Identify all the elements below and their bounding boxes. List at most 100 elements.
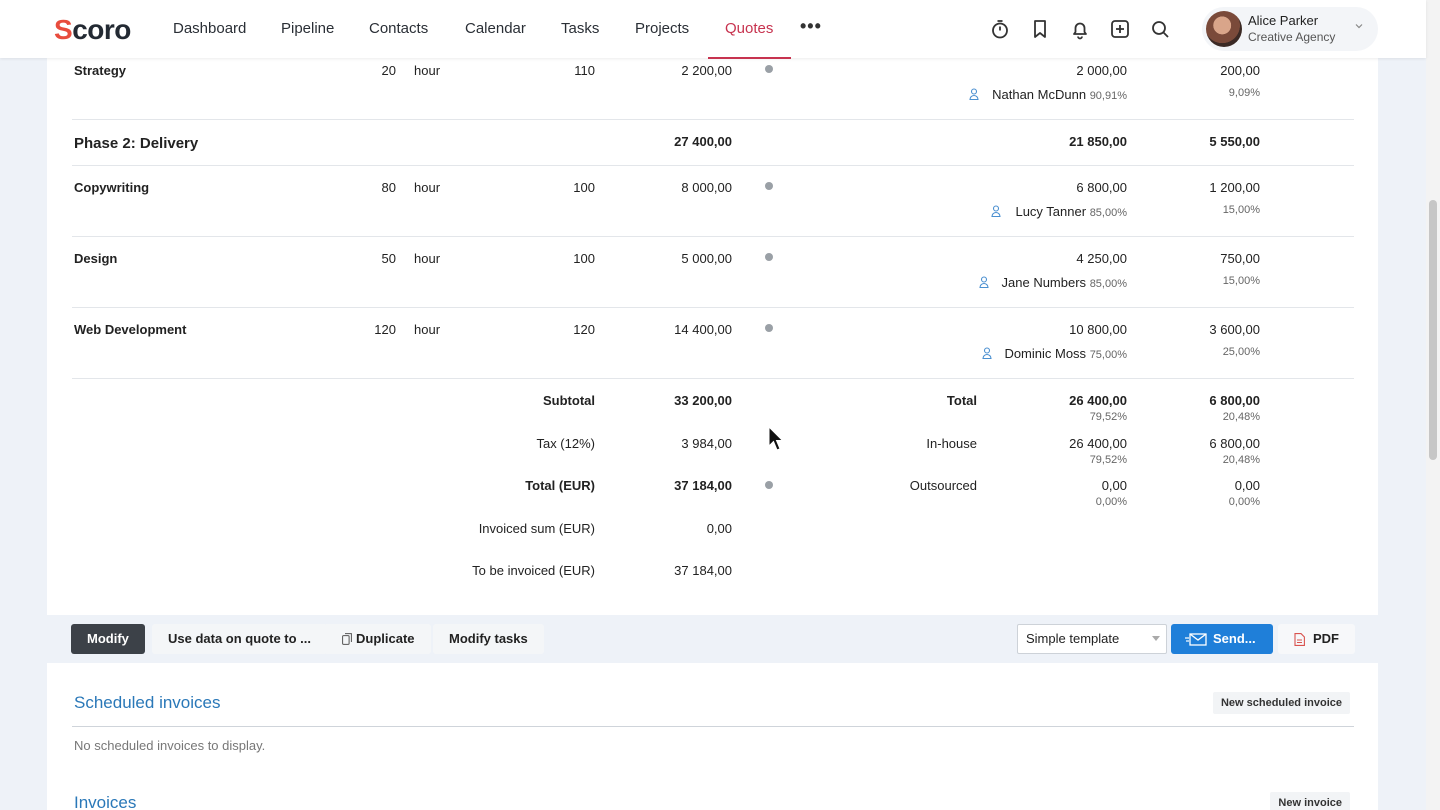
status-dot bbox=[765, 182, 773, 190]
divider bbox=[72, 119, 1354, 120]
nav-calendar[interactable]: Calendar bbox=[465, 20, 526, 37]
tax-label: Tax (12%) bbox=[536, 436, 595, 451]
avatar bbox=[1206, 11, 1242, 47]
breakdown-total-margin: 6 800,00 bbox=[1209, 393, 1260, 408]
line-price: 100 bbox=[573, 180, 595, 195]
nav-tasks[interactable]: Tasks bbox=[561, 20, 599, 37]
scheduled-invoices-title[interactable]: Scheduled invoices bbox=[74, 693, 220, 713]
line-sum: 5 000,00 bbox=[681, 251, 732, 266]
invoices-title[interactable]: Invoices bbox=[74, 793, 136, 810]
inhouse-cost-pct: 79,52% bbox=[1089, 454, 1127, 466]
user-name: Alice Parker bbox=[1248, 13, 1319, 28]
line-qty: 120 bbox=[374, 322, 396, 337]
line-cost: 10 800,00 bbox=[1069, 322, 1127, 337]
outsourced-label: Outsourced bbox=[909, 478, 977, 493]
divider bbox=[72, 165, 1354, 166]
nav-dashboard[interactable]: Dashboard bbox=[173, 20, 246, 37]
line-unit: hour bbox=[414, 322, 441, 337]
line-sum: 14 400,00 bbox=[674, 322, 732, 337]
line-margin: 750,00 bbox=[1220, 251, 1260, 266]
line-sum: 2 200,00 bbox=[681, 63, 732, 78]
more-menu-icon[interactable]: ••• bbox=[800, 16, 822, 37]
line-cost: 4 250,00 bbox=[1076, 251, 1127, 266]
total-label: Total (EUR) bbox=[525, 478, 595, 493]
send-button[interactable]: Send... bbox=[1171, 624, 1273, 654]
template-select[interactable]: Simple template bbox=[1017, 624, 1167, 654]
nav-quotes[interactable]: Quotes bbox=[725, 20, 773, 37]
status-dot bbox=[765, 481, 773, 489]
scrollbar-thumb[interactable] bbox=[1429, 200, 1437, 460]
search-icon[interactable] bbox=[1149, 18, 1171, 40]
line-sum: 8 000,00 bbox=[681, 180, 732, 195]
line-margin-pct: 15,00% bbox=[1222, 275, 1260, 287]
line-margin-pct: 15,00% bbox=[1222, 204, 1260, 216]
line-name: Strategy bbox=[74, 63, 127, 78]
person-icon bbox=[982, 347, 992, 359]
divider bbox=[72, 726, 1354, 727]
line-name: Design bbox=[74, 251, 118, 266]
scoro-logo[interactable]: Scoro bbox=[54, 14, 131, 46]
breakdown-total-margin-pct: 20,48% bbox=[1222, 411, 1260, 423]
to-be-invoiced-label: To be invoiced (EUR) bbox=[472, 563, 595, 578]
use-data-on-quote-button[interactable]: Use data on quote to ... bbox=[152, 624, 328, 654]
line-price: 110 bbox=[574, 63, 595, 78]
outsourced-margin: 0,00 bbox=[1234, 478, 1260, 493]
phase-sum: 27 400,00 bbox=[674, 134, 732, 149]
scheduled-empty-message: No scheduled invoices to display. bbox=[74, 738, 266, 753]
user-company: Creative Agency bbox=[1248, 30, 1336, 44]
timer-icon[interactable] bbox=[989, 18, 1011, 40]
new-invoice-button[interactable]: New invoice bbox=[1270, 792, 1350, 810]
active-tab-indicator bbox=[708, 57, 791, 59]
top-navigation: Scoro Dashboard Pipeline Contacts Calend… bbox=[0, 0, 1426, 59]
invoiced-value: 0,00 bbox=[706, 521, 732, 536]
line-unit: hour bbox=[414, 63, 441, 78]
person-icon bbox=[969, 88, 979, 100]
tax-value: 3 984,00 bbox=[681, 436, 732, 451]
modify-tasks-button[interactable]: Modify tasks bbox=[433, 624, 544, 654]
line-person: Nathan McDunn 90,91% bbox=[992, 87, 1127, 102]
modify-button[interactable]: Modify bbox=[71, 624, 145, 654]
line-price: 100 bbox=[573, 251, 595, 266]
subtotal-label: Subtotal bbox=[543, 393, 595, 408]
pdf-file-icon bbox=[1294, 633, 1305, 646]
nav-contacts[interactable]: Contacts bbox=[369, 20, 428, 37]
nav-pipeline[interactable]: Pipeline bbox=[281, 20, 334, 37]
line-cost: 2 000,00 bbox=[1076, 63, 1127, 78]
add-new-icon[interactable] bbox=[1109, 18, 1131, 40]
line-margin: 1 200,00 bbox=[1209, 180, 1260, 195]
breakdown-total-cost-pct: 79,52% bbox=[1089, 411, 1127, 423]
phase-cost: 21 850,00 bbox=[1069, 134, 1127, 149]
person-icon bbox=[991, 205, 1001, 217]
line-person: Lucy Tanner 85,00% bbox=[1015, 204, 1127, 219]
inhouse-margin-pct: 20,48% bbox=[1222, 454, 1260, 466]
person-icon bbox=[979, 276, 989, 288]
divider bbox=[72, 307, 1354, 308]
invoices-card: Scheduled invoices New scheduled invoice… bbox=[47, 663, 1378, 810]
bookmark-icon[interactable] bbox=[1029, 18, 1051, 40]
phase-title: Phase 2: Delivery bbox=[74, 135, 199, 152]
new-scheduled-invoice-button[interactable]: New scheduled invoice bbox=[1212, 692, 1350, 714]
caret-down-icon bbox=[1152, 636, 1160, 641]
breakdown-total-cost: 26 400,00 bbox=[1069, 393, 1127, 408]
line-price: 120 bbox=[573, 322, 595, 337]
status-dot bbox=[765, 253, 773, 261]
divider bbox=[72, 236, 1354, 237]
user-menu[interactable]: Alice Parker Creative Agency bbox=[1202, 7, 1378, 51]
bell-icon[interactable] bbox=[1069, 18, 1091, 40]
line-cost: 6 800,00 bbox=[1076, 180, 1127, 195]
page-scrollbar[interactable] bbox=[1426, 0, 1440, 810]
quote-lines-card: Strategy 20 hour 110 2 200,00 2 000,00 2… bbox=[47, 58, 1378, 615]
outsourced-cost-pct: 0,00% bbox=[1095, 496, 1127, 508]
line-qty: 50 bbox=[381, 251, 396, 266]
nav-projects[interactable]: Projects bbox=[635, 20, 689, 37]
line-qty: 80 bbox=[381, 180, 396, 195]
total-value: 37 184,00 bbox=[674, 478, 732, 493]
mouse-cursor-icon bbox=[768, 426, 784, 451]
inhouse-label: In-house bbox=[926, 436, 977, 451]
line-margin: 200,00 bbox=[1220, 63, 1260, 78]
pdf-button[interactable]: PDF bbox=[1278, 624, 1355, 654]
status-dot bbox=[765, 324, 773, 332]
duplicate-button[interactable]: Duplicate bbox=[324, 624, 431, 654]
outsourced-margin-pct: 0,00% bbox=[1228, 496, 1260, 508]
divider bbox=[72, 378, 1354, 379]
